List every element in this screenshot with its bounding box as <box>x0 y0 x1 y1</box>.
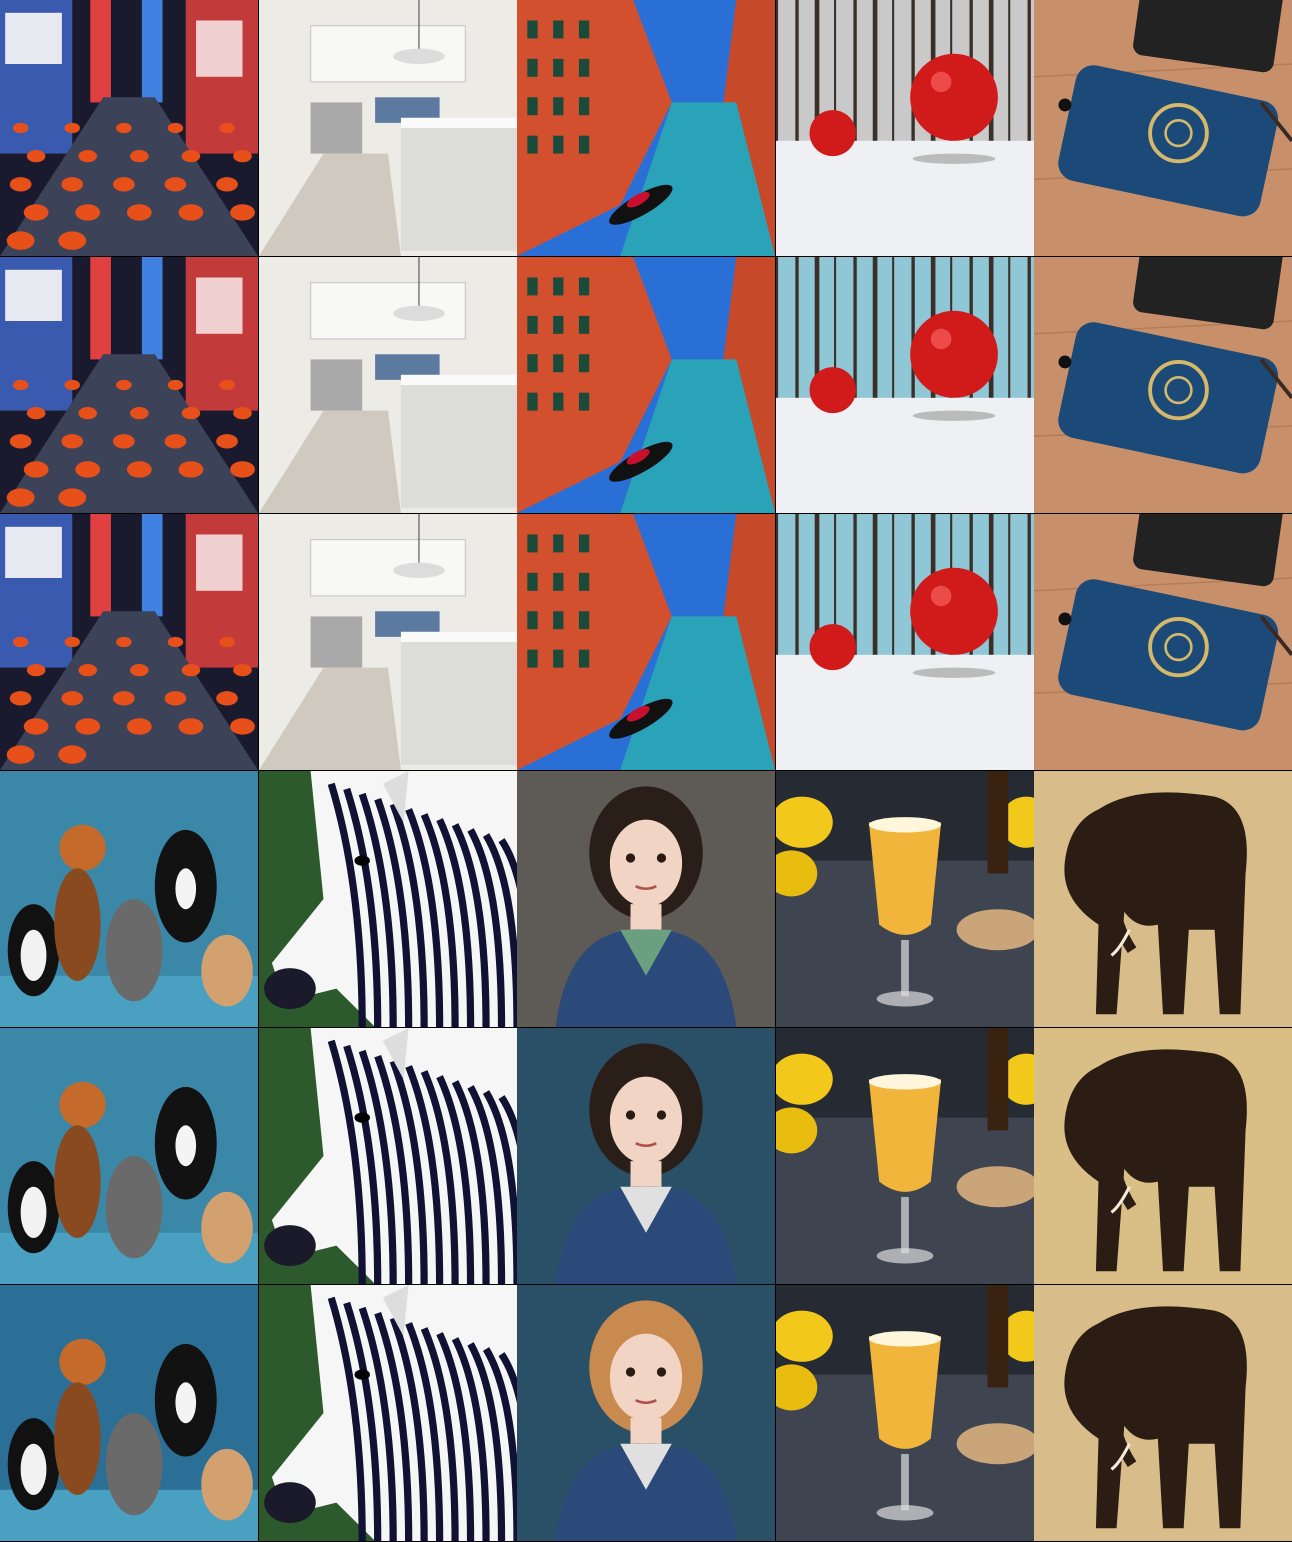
elephant-silhouette-picture <box>1034 1028 1292 1284</box>
image-beer-glass-lemons-method-c <box>775 1285 1034 1541</box>
elephant-silhouette-picture <box>1034 771 1292 1027</box>
red-balls-snow-forest-picture <box>775 514 1034 770</box>
times-square-traffic-picture <box>0 257 258 513</box>
times-square-traffic-picture <box>0 0 258 256</box>
elephant-silhouette-picture <box>1034 1285 1292 1541</box>
image-cats-basketball-reference <box>0 771 258 1027</box>
times-square-traffic-picture <box>0 514 258 770</box>
girl-portrait-picture <box>517 1028 775 1284</box>
image-times-square-traffic-method-c <box>0 514 258 770</box>
blue-phone-case-picture <box>1034 257 1292 513</box>
image-times-square-traffic-method-b <box>0 257 258 513</box>
zebra-portrait-picture <box>258 771 517 1027</box>
girl-portrait-picture <box>517 771 775 1027</box>
image-beer-glass-lemons-reference <box>775 771 1034 1027</box>
image-elephant-silhouette-reference <box>1034 771 1292 1027</box>
white-kitchen-picture <box>258 257 517 513</box>
image-elephant-silhouette-method-c <box>1034 1285 1292 1541</box>
venice-canal-picture <box>517 257 775 513</box>
image-white-kitchen-method-b <box>258 257 517 513</box>
image-beer-glass-lemons-method-b <box>775 1028 1034 1284</box>
image-blue-phone-case-method-c <box>1034 514 1292 770</box>
image-red-balls-snow-forest-reference <box>775 0 1034 256</box>
blue-phone-case-picture <box>1034 514 1292 770</box>
beer-glass-lemons-picture <box>775 1285 1034 1541</box>
image-red-balls-snow-forest-method-c <box>775 514 1034 770</box>
image-venice-canal-method-c <box>517 514 775 770</box>
venice-canal-picture <box>517 0 775 256</box>
girl-portrait-picture <box>517 1285 775 1541</box>
image-zebra-portrait-reference <box>258 771 517 1027</box>
cats-basketball-picture <box>0 1028 258 1284</box>
white-kitchen-picture <box>258 514 517 770</box>
image-white-kitchen-method-c <box>258 514 517 770</box>
image-white-kitchen-reference <box>258 0 517 256</box>
white-kitchen-picture <box>258 0 517 256</box>
image-girl-portrait-method-b <box>517 1028 775 1284</box>
image-blue-phone-case-reference <box>1034 0 1292 256</box>
zebra-portrait-picture <box>258 1028 517 1284</box>
beer-glass-lemons-picture <box>775 771 1034 1027</box>
cats-basketball-picture <box>0 1285 258 1541</box>
image-girl-portrait-reference <box>517 771 775 1027</box>
cats-basketball-picture <box>0 771 258 1027</box>
image-girl-portrait-method-c <box>517 1285 775 1541</box>
image-cats-basketball-method-c <box>0 1285 258 1541</box>
venice-canal-picture <box>517 514 775 770</box>
red-balls-snow-forest-picture <box>775 0 1034 256</box>
image-venice-canal-reference <box>517 0 775 256</box>
red-balls-snow-forest-picture <box>775 257 1034 513</box>
image-venice-canal-method-b <box>517 257 775 513</box>
image-red-balls-snow-forest-method-b <box>775 257 1034 513</box>
image-cats-basketball-method-b <box>0 1028 258 1284</box>
image-zebra-portrait-method-b <box>258 1028 517 1284</box>
image-blue-phone-case-method-b <box>1034 257 1292 513</box>
image-elephant-silhouette-method-b <box>1034 1028 1292 1284</box>
zebra-portrait-picture <box>258 1285 517 1541</box>
image-grid <box>0 0 1292 1542</box>
beer-glass-lemons-picture <box>775 1028 1034 1284</box>
image-times-square-traffic-reference <box>0 0 258 256</box>
image-zebra-portrait-method-c <box>258 1285 517 1541</box>
blue-phone-case-picture <box>1034 0 1292 256</box>
